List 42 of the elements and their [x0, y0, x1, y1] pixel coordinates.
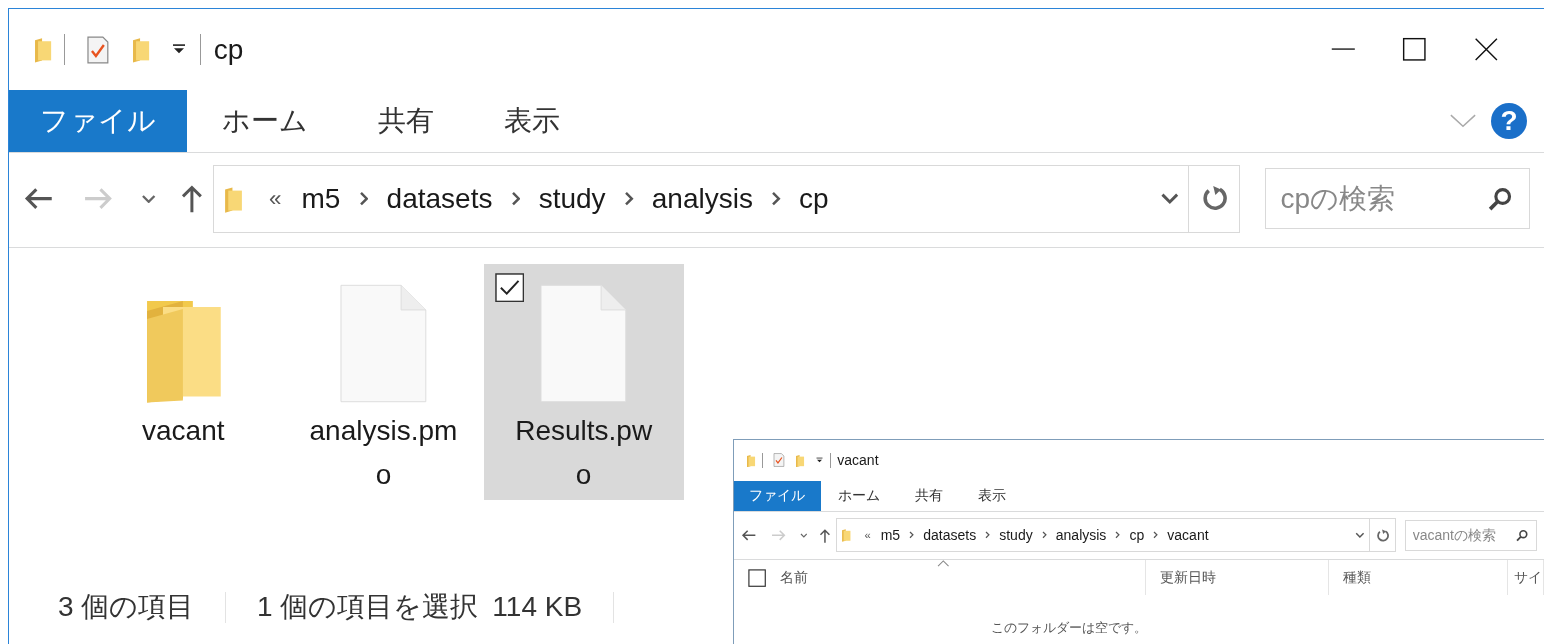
column-header[interactable]: 種類: [1343, 568, 1371, 587]
search-field[interactable]: cpの検索: [1265, 167, 1530, 230]
file-name: Results.pwo: [514, 413, 654, 493]
breadcrumb-item[interactable]: datasets: [923, 527, 977, 544]
file-name: vacant: [141, 413, 226, 448]
file-item[interactable]: Results.pwo: [483, 264, 684, 500]
selection-count: 1 個の項目を選択: [256, 590, 479, 625]
ribbon-tab[interactable]: 共有: [897, 480, 961, 512]
breadcrumb-item[interactable]: datasets: [386, 182, 493, 215]
ribbon-tab[interactable]: ファイル: [9, 90, 187, 152]
breadcrumb-item[interactable]: vacant: [1167, 527, 1209, 544]
ribbon-tab[interactable]: 表示: [468, 90, 595, 152]
column-header[interactable]: サイ: [1513, 568, 1542, 587]
column-header[interactable]: 名前: [780, 568, 809, 587]
window-title: vacant: [837, 452, 879, 469]
empty-folder-message: このフォルダーは空です。: [990, 619, 1148, 638]
search-field[interactable]: vacantの検索: [1404, 519, 1537, 551]
overflow-marker[interactable]: «: [268, 185, 282, 212]
selection-size: 114 KB: [492, 591, 583, 624]
help-button[interactable]: ?: [1490, 102, 1528, 140]
overflow-marker[interactable]: «: [864, 529, 871, 542]
breadcrumb-item[interactable]: cp: [799, 182, 829, 215]
window-title: cp: [213, 33, 244, 66]
breadcrumb-item[interactable]: study: [999, 527, 1033, 544]
ribbon-tab[interactable]: ホーム: [186, 90, 343, 152]
file-name: analysis.pmo: [308, 413, 459, 493]
breadcrumb-item[interactable]: cp: [1129, 527, 1145, 544]
breadcrumb-item[interactable]: study: [538, 182, 606, 215]
breadcrumb-item[interactable]: analysis: [651, 182, 753, 215]
ribbon-tab[interactable]: ホーム: [820, 480, 898, 512]
breadcrumb-item[interactable]: m5: [880, 527, 901, 544]
ribbon-tab[interactable]: ファイル: [734, 480, 821, 512]
address-bar[interactable]: « m5 datasets study analysis cp: [213, 164, 1241, 233]
file-item[interactable]: analysis.pmo: [283, 264, 484, 500]
ribbon-tab[interactable]: 表示: [960, 480, 1024, 512]
address-bar[interactable]: « m5 datasets study analysis cp vacant: [836, 518, 1397, 553]
item-count: 3 個の項目: [58, 590, 195, 625]
breadcrumb-item[interactable]: analysis: [1055, 527, 1107, 544]
column-header[interactable]: 更新日時: [1159, 568, 1216, 587]
file-item[interactable]: vacant: [83, 264, 284, 500]
ribbon-tab[interactable]: 共有: [342, 90, 469, 152]
breadcrumb-item[interactable]: m5: [301, 182, 341, 215]
